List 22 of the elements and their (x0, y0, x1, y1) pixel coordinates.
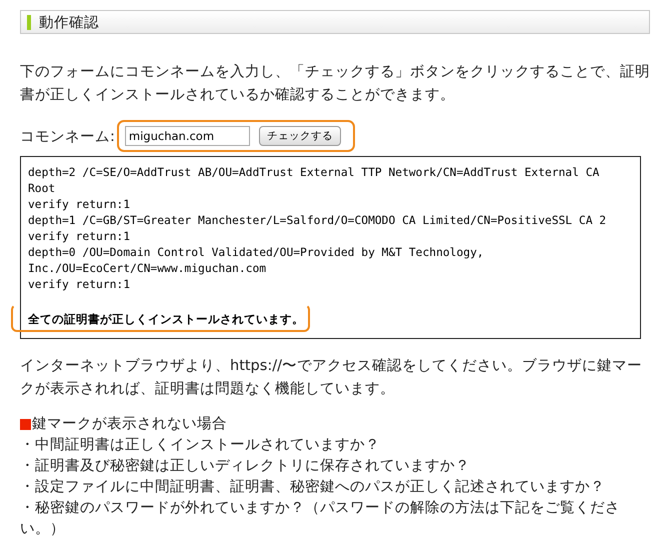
output-line: verify return:1 (28, 229, 132, 245)
output-line: Inc./OU=EcoCert/CN=www.miguchan.com (28, 261, 268, 277)
troubleshooting-title: 鍵マークが表示されない場合 (32, 415, 227, 434)
output-line: depth=2 /C=SE/O=AddTrust AB/OU=AddTrust External TTP Network/CN=AddTrust External CA (28, 165, 600, 181)
checklist-item: ・設定ファイルに中間証明書、証明書、秘密鍵へのパスが正しく記述されていますか？ (20, 478, 606, 497)
check-button[interactable]: チェックする (258, 126, 341, 146)
accent-bar-icon (27, 14, 31, 30)
common-name-field[interactable]: miguchan.com (124, 126, 250, 146)
checklist-item: ・秘密鍵のパスワードが外れていますか？（パスワードの解除の方法は下記をご覧ください。） (20, 498, 621, 539)
output-line: depth=0 /OU=Domain Control Validated/OU=Provided by M&T Technology, (28, 245, 485, 261)
checklist-item: ・中間証明書は正しくインストールされていますか？ (20, 436, 381, 455)
square-bullet-icon (20, 419, 31, 430)
intro-text: 下のフォームにコモンネームを入力し、「チェックする」ボタンをクリックすることで、証明書が正しくインストールされているか確認することができます。 (20, 63, 651, 105)
common-name-label: コモンネーム: (20, 128, 115, 146)
note-text: インターネットブラウザより、https://〜でアクセス確認をしてください。ブラウザに鍵マークが表示されれば、証明書は問題なく機能しています。 (20, 357, 643, 399)
checklist-item: ・証明書及び秘密鍵は正しいディレクトリに保存されていますか？ (20, 456, 471, 476)
output-line: Root (28, 181, 56, 197)
section-heading: 動作確認 (39, 14, 99, 32)
output-line: verify return:1 (28, 197, 132, 213)
result-message: 全ての証明書が正しくインストールされています。 (28, 312, 304, 326)
output-line: depth=1 /C=GB/ST=Greater Manchester/L=Salford/O=COMODO CA Limited/CN=PositiveSSL CA 2 (28, 213, 608, 229)
output-line: verify return:1 (28, 277, 132, 293)
